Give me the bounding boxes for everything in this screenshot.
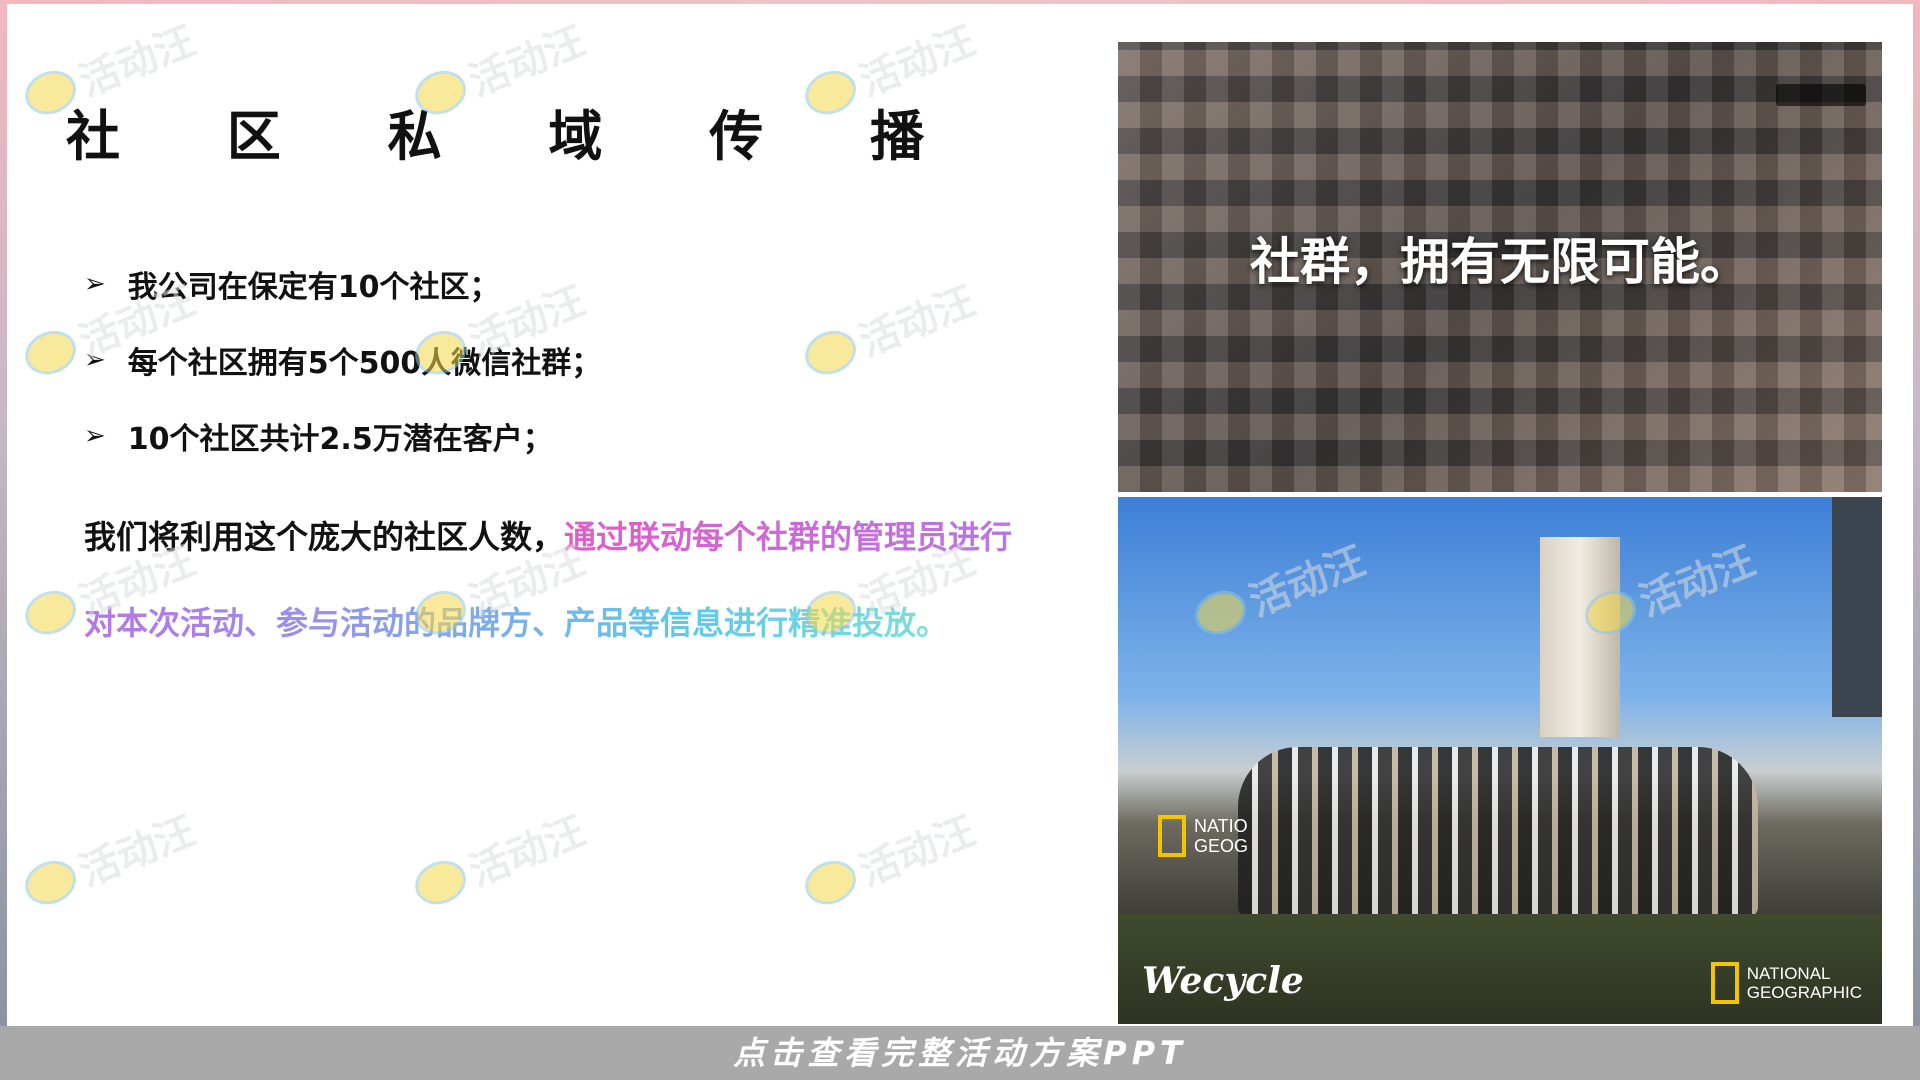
event-group-photo: NATIO GEOG Wecycle NATIONAL GEOGRAPHIC — [1118, 497, 1882, 1024]
watermark: 活动汪 — [796, 269, 983, 389]
mascot-icon — [408, 853, 473, 912]
banner-label: 点击查看完整活动方案PPT — [733, 1034, 1187, 1072]
mascot-icon — [18, 583, 83, 642]
frame-left-border — [0, 0, 7, 1026]
watermark: 活动汪 — [406, 799, 593, 919]
photo-overlay-text: 社群，拥有无限可能。 — [1250, 233, 1750, 291]
mascot-icon — [18, 853, 83, 912]
mascot-icon — [798, 853, 863, 912]
bullet-text: 我公司在保定有10个社区； — [127, 270, 500, 305]
right-building — [1832, 497, 1882, 717]
mascot-icon — [798, 323, 863, 382]
watermark: 活动汪 — [796, 799, 983, 919]
slide-title: 社 区 私 域 传 播 — [66, 105, 968, 168]
arrow-bullet-icon: ➢ — [84, 269, 106, 299]
bullet-text: 每个社区拥有5个500人微信社群； — [127, 346, 602, 381]
bullet-item: ➢ 我公司在保定有10个社区； — [84, 262, 500, 306]
bullet-text: 10个社区共计2.5万潜在客户； — [127, 422, 553, 457]
national-geographic-logo-icon — [1158, 815, 1186, 857]
bullet-item: ➢ 10个社区共计2.5万潜在客户； — [84, 414, 553, 458]
description-paragraph: 我们将利用这个庞大的社区人数，通过联动每个社群的管理员进行对本次活动、参与活动的… — [84, 494, 1014, 666]
community-collage-photo: 社群，拥有无限可能。 — [1118, 42, 1882, 492]
national-geographic-sign-left: NATIO GEOG — [1158, 815, 1248, 857]
mascot-icon — [18, 323, 83, 382]
frame-right-border — [1913, 0, 1920, 1026]
photo-logo-mark — [1776, 84, 1866, 106]
national-geographic-logo-icon — [1710, 962, 1739, 1004]
arrow-bullet-icon: ➢ — [84, 421, 106, 451]
wecycle-logo: Wecycle — [1142, 960, 1304, 1002]
view-full-ppt-banner[interactable]: 点击查看完整活动方案PPT — [0, 1026, 1920, 1080]
watermark: 活动汪 — [16, 799, 203, 919]
national-geographic-logo: NATIONAL GEOGRAPHIC — [1710, 962, 1862, 1004]
tower-building — [1540, 537, 1620, 737]
crowd-group — [1238, 747, 1758, 917]
frame-top-border — [0, 0, 1920, 4]
bullet-item: ➢ 每个社区拥有5个500人微信社群； — [84, 338, 601, 382]
paragraph-plain-text: 我们将利用这个庞大的社区人数， — [84, 518, 565, 556]
arrow-bullet-icon: ➢ — [84, 345, 106, 375]
